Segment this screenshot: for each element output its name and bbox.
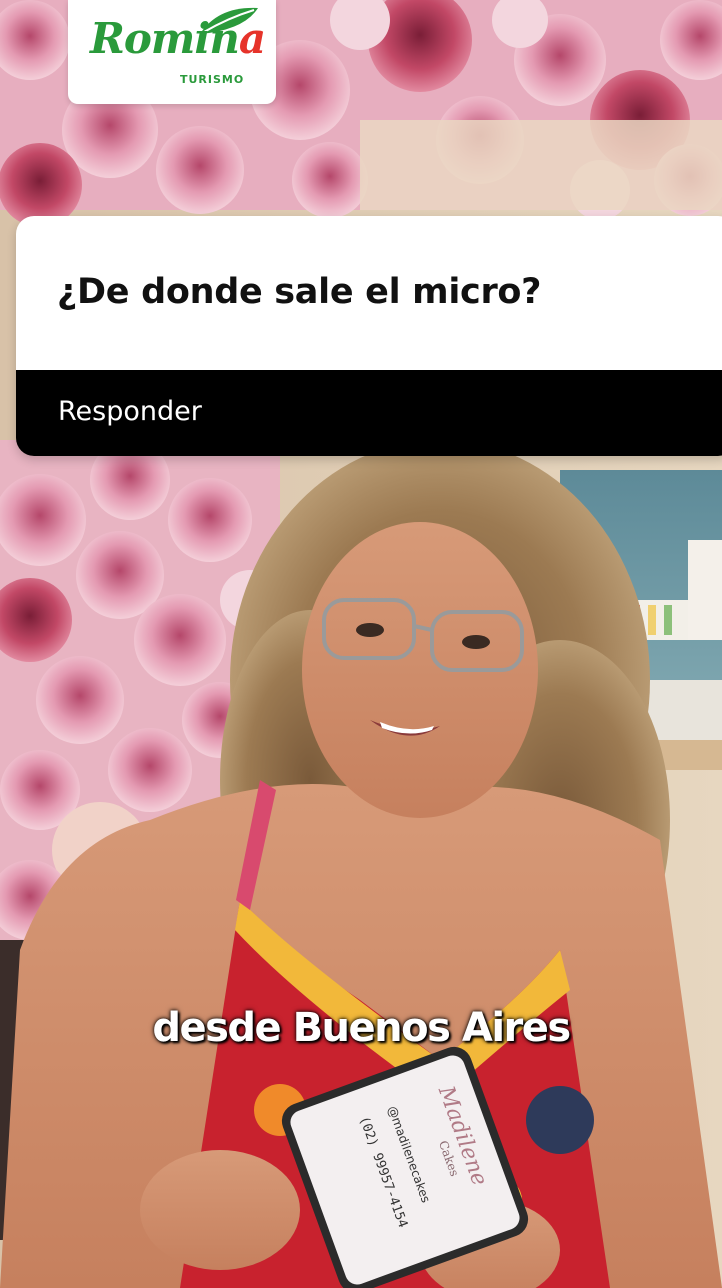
video-frame: Madilene Cakes @madilenecakes (02) 99957… xyxy=(0,0,722,1288)
question-box: ¿De donde sale el micro? xyxy=(16,216,722,370)
brand-name: Romina xyxy=(90,18,266,60)
caption-subtitle: desde Buenos Aires xyxy=(152,1005,571,1051)
brand-subtitle: TURISMO xyxy=(180,73,245,86)
reply-button[interactable]: Responder xyxy=(16,370,722,456)
brand-logo: Romina TURISMO xyxy=(68,0,276,104)
background-photo xyxy=(0,0,722,1288)
brand-name-main: Romin xyxy=(90,14,240,63)
question-sticker[interactable]: ¿De donde sale el micro? Responder xyxy=(16,216,722,456)
question-text: ¿De donde sale el micro? xyxy=(57,272,542,312)
brand-name-accent: a xyxy=(238,14,266,63)
reply-label: Responder xyxy=(58,396,202,427)
